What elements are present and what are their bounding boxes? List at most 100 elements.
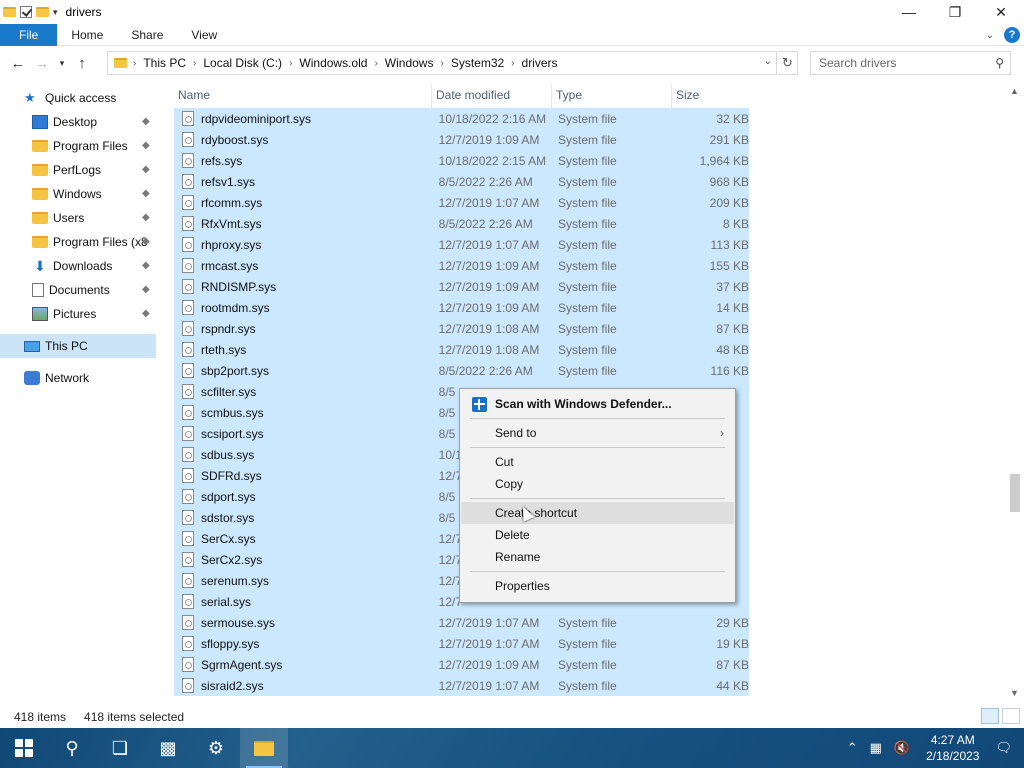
search-taskbar-icon[interactable]: ⚲ bbox=[48, 728, 96, 768]
expand-ribbon-icon[interactable]: ⌄ bbox=[986, 30, 994, 41]
app-installer-icon[interactable]: ▩ bbox=[144, 728, 192, 768]
details-view-button[interactable] bbox=[981, 708, 999, 724]
table-row[interactable]: rteth.sys 12/7/2019 1:08 AM System file 48 … bbox=[174, 339, 749, 360]
breadcrumb-system32[interactable]: System32 bbox=[444, 56, 511, 70]
table-row[interactable]: refs.sys 10/18/2022 2:15 AM System file 1,9… bbox=[174, 150, 749, 171]
menu-item-send-to[interactable]: Send to › bbox=[461, 422, 734, 444]
large-icons-view-button[interactable] bbox=[1002, 708, 1020, 724]
file-type: System file bbox=[558, 657, 617, 672]
nav-item-program-files[interactable]: Program Files ◆ bbox=[0, 134, 170, 158]
notifications-icon[interactable]: 🗨 bbox=[995, 740, 1012, 756]
tab-home[interactable]: Home bbox=[57, 24, 117, 46]
nav-item-quick-access[interactable]: ★ Quick access bbox=[0, 86, 170, 110]
start-button[interactable] bbox=[0, 728, 48, 768]
pin-icon[interactable]: ◆ bbox=[142, 212, 150, 223]
menu-item-delete[interactable]: Delete bbox=[461, 524, 734, 546]
nav-item-desktop[interactable]: Desktop ◆ bbox=[0, 110, 170, 134]
breadcrumb-windows[interactable]: Windows bbox=[378, 56, 441, 70]
nav-item-program-files-x8[interactable]: Program Files (x8 ◆ bbox=[0, 230, 170, 254]
pin-icon[interactable]: ◆ bbox=[142, 116, 150, 127]
pin-icon[interactable]: ◆ bbox=[142, 236, 150, 247]
table-row[interactable]: refsv1.sys 8/5/2022 2:26 AM System file 968… bbox=[174, 171, 749, 192]
table-row[interactable]: rootmdm.sys 12/7/2019 1:09 AM System file 1… bbox=[174, 297, 749, 318]
back-button[interactable]: ← bbox=[6, 55, 30, 72]
table-row[interactable]: RfxVmt.sys 8/5/2022 2:26 AM System file 8 K… bbox=[174, 213, 749, 234]
properties-check-icon[interactable] bbox=[20, 6, 32, 18]
table-row[interactable]: RNDISMP.sys 12/7/2019 1:09 AM System file 3… bbox=[174, 276, 749, 297]
tab-view[interactable]: View bbox=[177, 24, 231, 46]
table-row[interactable]: SgrmAgent.sys 12/7/2019 1:09 AM System fil… bbox=[174, 654, 749, 675]
title-bar: ▾ drivers — ❐ ✕ bbox=[0, 0, 1024, 24]
nav-item-network[interactable]: Network bbox=[0, 366, 170, 390]
menu-item-scan-defender[interactable]: Scan with Windows Defender... bbox=[461, 393, 734, 415]
minimize-button[interactable]: — bbox=[886, 0, 932, 24]
nav-item-this-pc[interactable]: This PC bbox=[0, 334, 156, 358]
nav-item-label: PerfLogs bbox=[53, 163, 102, 177]
tab-share[interactable]: Share bbox=[117, 24, 177, 46]
volume-muted-icon[interactable]: 🔇 bbox=[894, 740, 910, 756]
file-explorer-taskbar-icon[interactable] bbox=[240, 728, 288, 768]
system-tray: ⌃ ▦ 🔇 4:27 AM 2/18/2023 🗨 bbox=[841, 728, 1024, 768]
table-row[interactable]: rmcast.sys 12/7/2019 1:09 AM System file 15… bbox=[174, 255, 749, 276]
breadcrumb-local-disk[interactable]: Local Disk (C:) bbox=[196, 56, 289, 70]
tab-file[interactable]: File bbox=[0, 23, 58, 46]
clock[interactable]: 4:27 AM 2/18/2023 bbox=[926, 732, 979, 764]
table-row[interactable]: sbp2port.sys 8/5/2022 2:26 AM System file 1… bbox=[174, 360, 749, 381]
system-file-icon bbox=[182, 111, 194, 126]
up-button[interactable]: ↑ bbox=[70, 55, 94, 72]
nav-item-pictures[interactable]: Pictures ◆ bbox=[0, 302, 170, 326]
pin-icon[interactable]: ◆ bbox=[142, 308, 150, 319]
table-row[interactable]: rdyboost.sys 12/7/2019 1:09 AM System file… bbox=[174, 129, 749, 150]
pin-icon[interactable]: ◆ bbox=[142, 284, 150, 295]
table-row[interactable]: rhproxy.sys 12/7/2019 1:07 AM System file 1… bbox=[174, 234, 749, 255]
pin-icon[interactable]: ◆ bbox=[142, 140, 150, 151]
address-bar[interactable]: › This PC › Local Disk (C:) › Windows.ol… bbox=[107, 51, 777, 75]
settings-gear-icon[interactable]: ⚙ bbox=[192, 728, 240, 768]
nav-item-documents[interactable]: Documents ◆ bbox=[0, 278, 170, 302]
table-row[interactable]: sfloppy.sys 12/7/2019 1:07 AM System file 1… bbox=[174, 633, 749, 654]
chevron-down-icon[interactable]: ⌄ bbox=[764, 56, 772, 67]
file-size: 155 KB bbox=[709, 258, 750, 273]
nav-item-windows[interactable]: Windows ◆ bbox=[0, 182, 170, 206]
pin-icon[interactable]: ◆ bbox=[142, 188, 150, 199]
nav-item-downloads[interactable]: ⬇ Downloads ◆ bbox=[0, 254, 170, 278]
table-row[interactable]: rfcomm.sys 12/7/2019 1:07 AM System file 20… bbox=[174, 192, 749, 213]
task-view-icon[interactable]: ❏ bbox=[96, 728, 144, 768]
star-icon: ★ bbox=[24, 90, 36, 105]
breadcrumb-drivers[interactable]: drivers bbox=[515, 56, 565, 70]
column-type[interactable]: Type bbox=[552, 84, 672, 108]
menu-item-copy[interactable]: Copy bbox=[461, 473, 734, 495]
scroll-up-icon[interactable]: ▲ bbox=[1010, 86, 1019, 96]
search-input[interactable]: Search drivers ⚲ bbox=[810, 51, 1011, 75]
new-folder-icon[interactable] bbox=[36, 7, 49, 17]
network-icon[interactable]: ▦ bbox=[870, 740, 882, 756]
column-size[interactable]: Size bbox=[672, 84, 748, 108]
menu-item-properties[interactable]: Properties bbox=[461, 575, 734, 597]
nav-item-perflogs[interactable]: PerfLogs ◆ bbox=[0, 158, 170, 182]
close-button[interactable]: ✕ bbox=[978, 0, 1024, 24]
chevron-up-icon[interactable]: ⌃ bbox=[847, 740, 858, 756]
table-row[interactable]: rdpvideominiport.sys 10/18/2022 2:16 AM Sy… bbox=[174, 108, 749, 129]
help-icon[interactable]: ? bbox=[1004, 27, 1020, 43]
menu-item-rename[interactable]: Rename bbox=[461, 546, 734, 568]
menu-item-create-shortcut[interactable]: Create shortcut bbox=[461, 502, 734, 524]
pin-icon[interactable]: ◆ bbox=[142, 164, 150, 175]
nav-item-users[interactable]: Users ◆ bbox=[0, 206, 170, 230]
scrollbar-thumb[interactable] bbox=[1010, 474, 1020, 512]
system-file-icon bbox=[182, 405, 194, 420]
column-date-modified[interactable]: Date modified bbox=[432, 84, 552, 108]
refresh-button[interactable]: ↻ bbox=[778, 51, 798, 75]
table-row[interactable]: sisraid2.sys 12/7/2019 1:07 AM System file… bbox=[174, 675, 749, 696]
vertical-scrollbar[interactable]: ▲ ▼ bbox=[1006, 84, 1024, 704]
breadcrumb-this-pc[interactable]: This PC bbox=[136, 56, 193, 70]
table-row[interactable]: sermouse.sys 12/7/2019 1:07 AM System file… bbox=[174, 612, 749, 633]
maximize-button[interactable]: ❐ bbox=[932, 0, 978, 24]
customize-dropdown-icon[interactable]: ▾ bbox=[53, 7, 58, 18]
scroll-down-icon[interactable]: ▼ bbox=[1010, 688, 1019, 698]
table-row[interactable]: rspndr.sys 12/7/2019 1:08 AM System file 87… bbox=[174, 318, 749, 339]
forward-button[interactable]: → bbox=[30, 55, 54, 72]
recent-locations-button[interactable]: ▾ bbox=[54, 58, 70, 69]
breadcrumb-windows-old[interactable]: Windows.old bbox=[292, 56, 374, 70]
pin-icon[interactable]: ◆ bbox=[142, 260, 150, 271]
menu-item-cut[interactable]: Cut bbox=[461, 451, 734, 473]
